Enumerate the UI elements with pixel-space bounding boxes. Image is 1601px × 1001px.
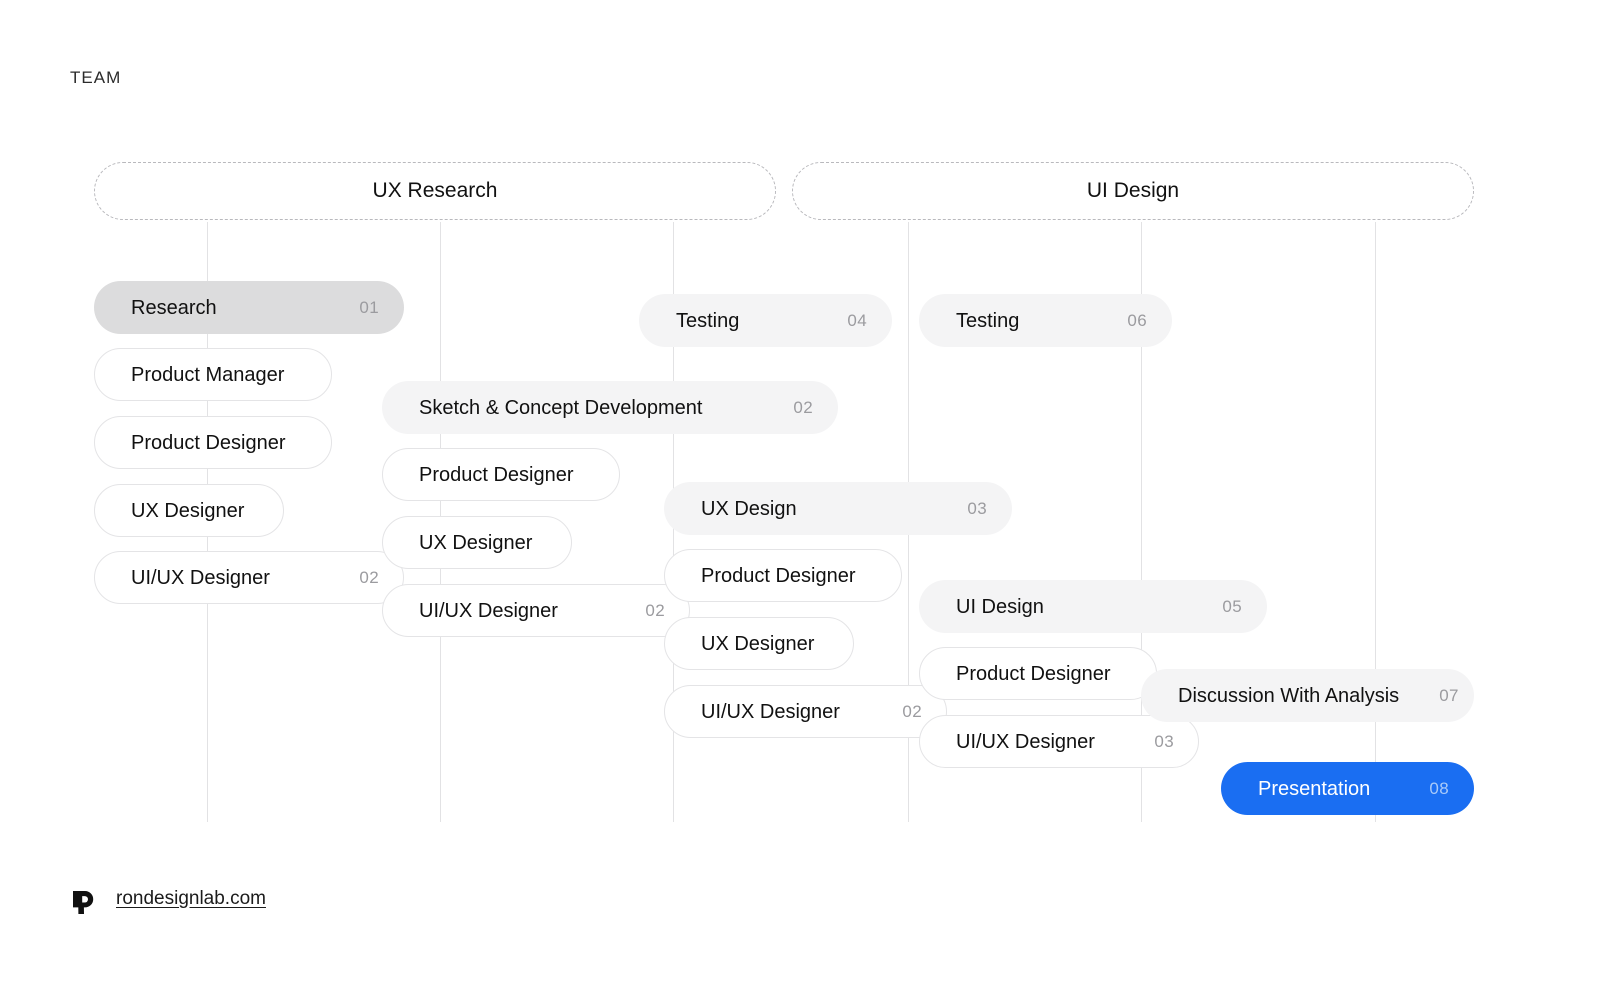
node-presentation-08[interactable]: Presentation 08 [1221, 762, 1474, 815]
node-step-number: 03 [1154, 731, 1174, 751]
node-label: UI/UX Designer [419, 599, 558, 622]
node-uxdesign-pd[interactable]: Product Designer [664, 549, 902, 602]
node-label: Testing [956, 309, 1020, 332]
node-step-number: 07 [1439, 685, 1459, 705]
node-label: Product Designer [419, 463, 574, 486]
node-label: Product Designer [131, 431, 286, 454]
node-label: UX Designer [701, 632, 815, 655]
node-uxdesign-uiux[interactable]: UI/UX Designer 02 [664, 685, 947, 738]
node-step-number: 08 [1429, 778, 1449, 798]
node-sketch[interactable]: Sketch & Concept Development 02 [382, 381, 838, 434]
node-step-number: 02 [359, 567, 379, 587]
node-uidesign-uiux[interactable]: UI/UX Designer 03 [919, 715, 1199, 768]
node-testing-06[interactable]: Testing 06 [919, 294, 1172, 347]
node-step-number: 04 [847, 310, 867, 330]
website-link[interactable]: rondesignlab.com [116, 888, 266, 910]
node-uidesign-05[interactable]: UI Design 05 [919, 580, 1267, 633]
node-testing-04[interactable]: Testing 04 [639, 294, 892, 347]
phase-group-ux-research[interactable]: UX Research [94, 162, 776, 220]
node-label: UI/UX Designer [131, 566, 270, 589]
node-label: Product Designer [701, 564, 856, 587]
phase-label: UI Design [1086, 179, 1180, 202]
node-label: UI Design [956, 595, 1044, 618]
node-step-number: 05 [1222, 596, 1242, 616]
node-label: Testing [676, 309, 740, 332]
node-research[interactable]: Research 01 [94, 281, 404, 334]
node-research-pm[interactable]: Product Manager [94, 348, 332, 401]
node-label: UX Designer [419, 531, 533, 554]
phase-group-ui-design[interactable]: UI Design [792, 162, 1474, 220]
node-label: UI/UX Designer [701, 700, 840, 723]
gridline-6 [1375, 222, 1376, 822]
node-uxdesign-uxd[interactable]: UX Designer [664, 617, 854, 670]
node-label: Product Manager [131, 363, 285, 386]
node-uxdesign-03[interactable]: UX Design 03 [664, 482, 1012, 535]
node-label: Sketch & Concept Development [419, 396, 703, 419]
node-label: UI/UX Designer [956, 730, 1095, 753]
diagram-canvas: TEAM UX Research UI Design Research 01 Prod… [0, 0, 1601, 1001]
node-label: Research [131, 296, 217, 319]
node-label: Product Designer [956, 662, 1111, 685]
footer: rondesignlab.com [70, 884, 266, 914]
node-label: UX Designer [131, 499, 245, 522]
node-step-number: 03 [967, 498, 987, 518]
node-research-uxd[interactable]: UX Designer [94, 484, 284, 537]
node-step-number: 06 [1127, 310, 1147, 330]
rondesignlab-logo-icon [73, 891, 94, 914]
node-label: UX Design [701, 497, 797, 520]
node-uidesign-pd[interactable]: Product Designer [919, 647, 1157, 700]
node-label: Presentation [1258, 777, 1371, 800]
node-research-pd[interactable]: Product Designer [94, 416, 332, 469]
node-sketch-uiux[interactable]: UI/UX Designer 02 [382, 584, 690, 637]
node-sketch-pd[interactable]: Product Designer [382, 448, 620, 501]
node-research-uiux[interactable]: UI/UX Designer 02 [94, 551, 404, 604]
node-step-number: 02 [902, 701, 922, 721]
node-sketch-uxd[interactable]: UX Designer [382, 516, 572, 569]
phase-label: UX Research [372, 179, 498, 202]
node-discussion-07[interactable]: Discussion With Analysis 07 [1141, 669, 1474, 722]
node-label: Discussion With Analysis [1178, 684, 1400, 707]
node-step-number: 02 [793, 397, 813, 417]
node-step-number: 02 [645, 600, 665, 620]
page-title: TEAM [70, 68, 122, 87]
node-step-number: 01 [359, 297, 379, 317]
